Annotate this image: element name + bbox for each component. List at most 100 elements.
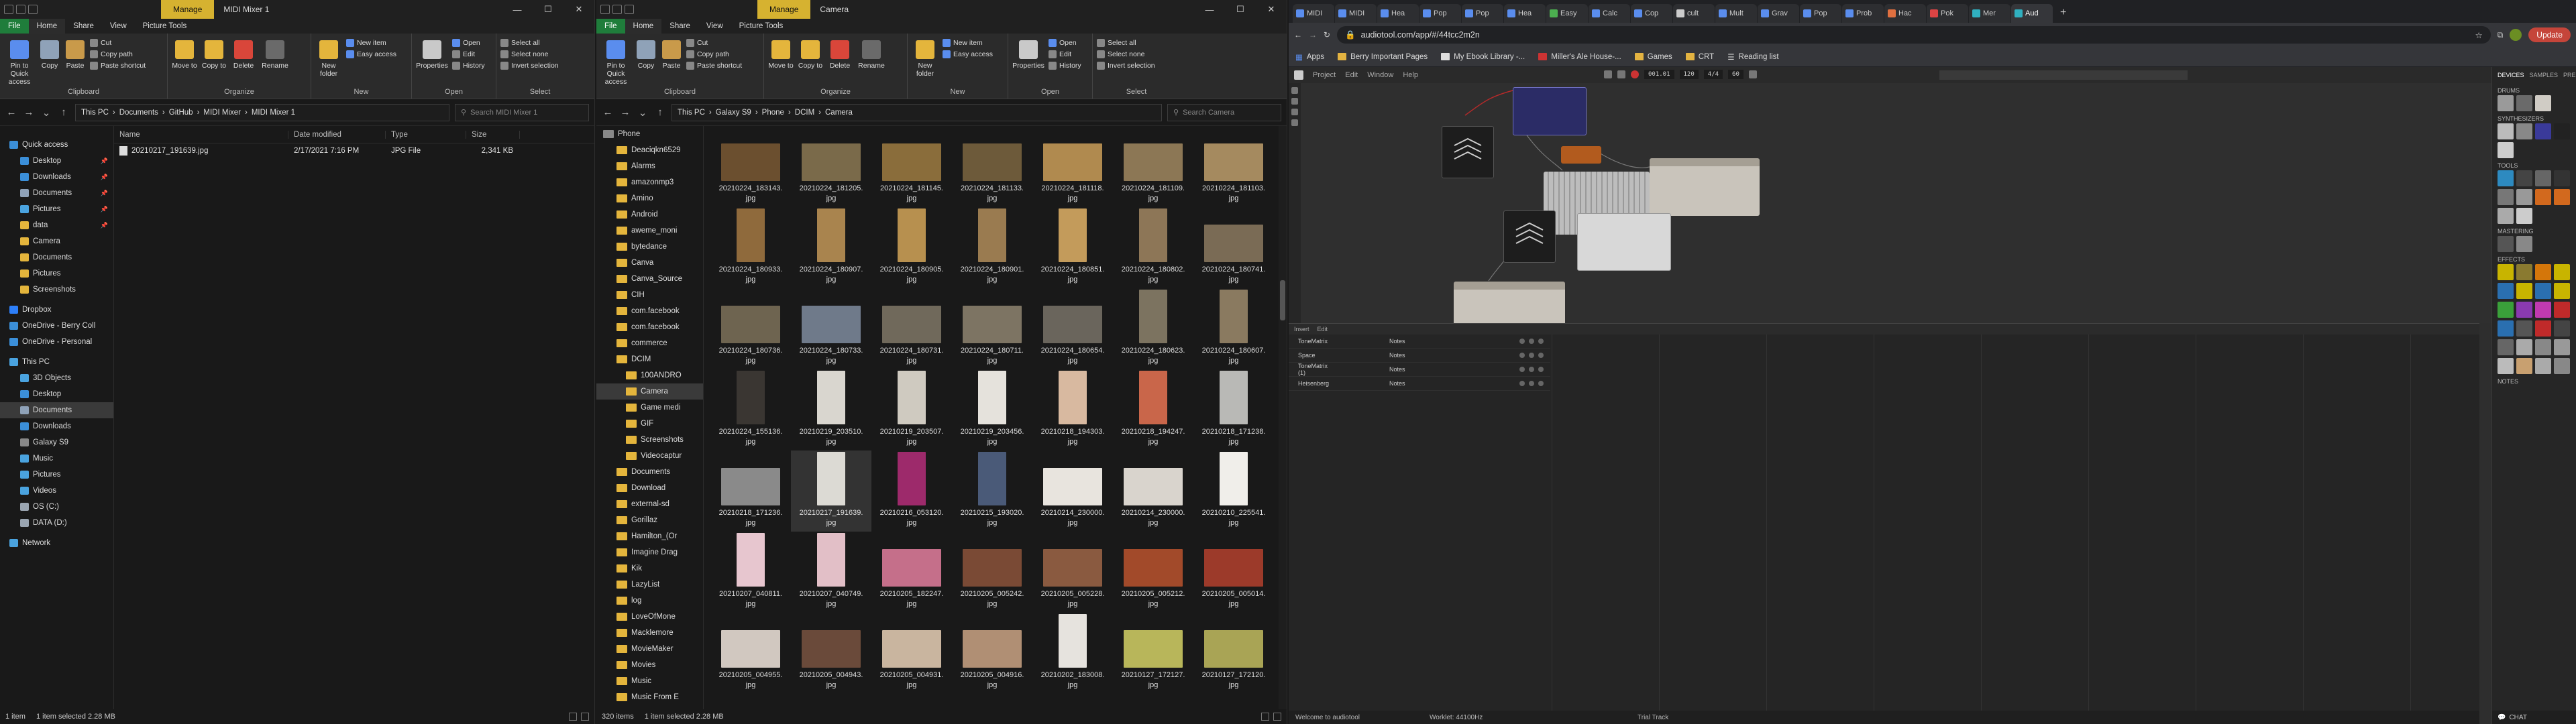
photo-tile[interactable]: 20210224_181133. jpg (952, 126, 1032, 207)
folder-item[interactable]: Android (596, 206, 703, 223)
nav-item[interactable]: Desktop 📌 (0, 153, 113, 169)
close-icon[interactable]: ✕ (564, 4, 594, 15)
mute-icon[interactable] (1519, 381, 1525, 386)
photo-tile[interactable]: 20210219_203456. jpg (952, 369, 1032, 450)
desktop-canvas[interactable] (1301, 83, 2491, 323)
undo-icon[interactable] (625, 5, 634, 14)
browser-tab[interactable]: Hea (1377, 4, 1419, 23)
pointer-tool-icon[interactable] (1291, 87, 1298, 94)
nav-item[interactable]: Pictures (0, 265, 113, 282)
forward-icon[interactable]: → (619, 107, 631, 118)
audiotool-logo-icon[interactable] (1294, 70, 1303, 80)
address-bar[interactable]: This PC › Galaxy S9 › Phone › DCIM › Camera (672, 103, 1162, 121)
menu-help[interactable]: Help (1403, 71, 1418, 79)
column-type[interactable]: Type (386, 130, 466, 139)
nav-item[interactable]: Downloads (0, 418, 113, 434)
browser-tab[interactable]: Aud (2011, 4, 2053, 23)
photo-tile[interactable]: 20210224_180733. jpg (791, 288, 871, 369)
photo-tile[interactable]: 20210224_181103. jpg (1193, 126, 1274, 207)
nav-item[interactable]: 3D Objects (0, 370, 113, 386)
tool-device-icon[interactable] (2554, 189, 2570, 205)
browser-tab[interactable]: Cop (1631, 4, 1672, 23)
nav-item[interactable]: Dropbox (0, 302, 113, 318)
properties-button[interactable]: Properties (1012, 36, 1044, 70)
record-icon[interactable] (1631, 70, 1639, 78)
folder-item[interactable]: Music (596, 673, 703, 689)
new-item-button[interactable]: New item (943, 39, 993, 47)
profile-icon[interactable] (2510, 29, 2522, 41)
paste-button[interactable]: Paste (64, 36, 86, 70)
photo-tile[interactable]: 20210214_230000. jpg (1032, 450, 1113, 532)
photo-tile[interactable]: 20210224_181145. jpg (871, 126, 952, 207)
pin-icon[interactable]: 📌 (101, 158, 108, 165)
easy-access-button[interactable]: Easy access (943, 50, 993, 58)
folder-item[interactable]: Phone (596, 126, 703, 142)
bookmark-games[interactable]: Games (1634, 53, 1672, 61)
pan-tool-icon[interactable] (1291, 98, 1298, 105)
breadcrumb-midi-mixer-1[interactable]: MIDI Mixer 1 (252, 109, 295, 117)
photo-tile[interactable]: 20210218_171238. jpg (1193, 369, 1274, 450)
folder-icon[interactable] (16, 5, 25, 14)
folder-item[interactable]: amazonmp3 (596, 174, 703, 190)
pin-icon[interactable]: 📌 (101, 174, 108, 181)
breadcrumb-dcim[interactable]: DCIM (795, 109, 814, 117)
mute-icon[interactable] (1519, 367, 1525, 372)
back-icon[interactable]: ← (602, 107, 614, 118)
photo-tile[interactable]: 20210205_182247. jpg (871, 532, 952, 613)
synth-device-icon[interactable] (2535, 123, 2551, 139)
breadcrumb-camera[interactable]: Camera (825, 109, 853, 117)
new-tab-icon[interactable]: + (2053, 7, 2073, 23)
nav-item[interactable]: Pictures 📌 (0, 201, 113, 217)
mastering-device-icon[interactable] (2498, 236, 2514, 252)
folder-item[interactable]: Game medi (596, 400, 703, 416)
rename-button[interactable]: Rename (260, 36, 290, 70)
photo-tile[interactable]: 20210207_040811. jpg (710, 532, 791, 613)
menu-share[interactable]: Share (661, 19, 698, 34)
photo-tile[interactable]: 20210214_230000. jpg (1113, 450, 1193, 532)
folder-item[interactable]: Deaciqkn6529 (596, 142, 703, 158)
folder-item[interactable]: Videocaptur (596, 448, 703, 464)
browser-tab[interactable]: Hac (1884, 4, 1926, 23)
forward-icon[interactable]: → (23, 107, 35, 118)
effect-device-icon[interactable] (2554, 320, 2570, 337)
chat-bar[interactable]: 💬 CHAT (2492, 711, 2576, 724)
photo-tile[interactable]: 20210218_194303. jpg (1032, 369, 1113, 450)
record-arm-icon[interactable] (1538, 353, 1544, 358)
tool-device-icon[interactable] (2516, 208, 2532, 224)
browser-tab[interactable]: Pop (1462, 4, 1503, 23)
recent-icon[interactable]: ⌄ (637, 107, 649, 119)
nav-item[interactable]: Galaxy S9 (0, 434, 113, 450)
folder-item[interactable]: LazyList (596, 577, 703, 593)
photo-tile[interactable]: 20210224_180907. jpg (791, 207, 871, 288)
column-size[interactable]: Size (466, 130, 520, 139)
overview-timeline[interactable] (1939, 70, 2188, 80)
scroll-thumb[interactable] (1280, 280, 1285, 320)
drum-machine-device-right[interactable] (1650, 158, 1760, 216)
tab-samples[interactable]: SAMPLES (2530, 72, 2559, 78)
folder-item[interactable]: Amino (596, 190, 703, 206)
insert-menu[interactable]: Insert (1294, 326, 1309, 333)
pin-icon[interactable]: 📌 (101, 190, 108, 197)
easy-access-button[interactable]: Easy access (346, 50, 396, 58)
select-all-button[interactable]: Select all (500, 39, 559, 47)
folder-item[interactable]: 100ANDRO (596, 367, 703, 383)
properties-button[interactable]: Properties (416, 36, 448, 70)
history-button[interactable]: History (452, 62, 485, 70)
nav-item[interactable]: Camera (0, 233, 113, 249)
tab-devices[interactable]: DEVICES (2498, 72, 2524, 78)
folder-item[interactable]: Hamilton_(Or (596, 528, 703, 544)
photo-tile[interactable]: 20210224_180711. jpg (952, 288, 1032, 369)
menu-project[interactable]: Project (1313, 71, 1336, 79)
photo-tile[interactable]: 20210224_180607. jpg (1193, 288, 1274, 369)
maximize-icon[interactable]: ☐ (533, 4, 564, 15)
tool-device-icon[interactable] (2498, 189, 2514, 205)
select-all-button[interactable]: Select all (1097, 39, 1155, 47)
browser-tab[interactable]: Mer (1969, 4, 2010, 23)
cable[interactable] (1525, 133, 1563, 171)
photo-tile[interactable]: 20210205_004943. jpg (791, 613, 871, 694)
paste-shortcut-button[interactable]: Paste shortcut (686, 62, 742, 70)
copy-to-button[interactable]: Copy to (201, 36, 227, 70)
file-row[interactable]: 20210217_191639.jpg 2/17/2021 7:16 PM JP… (114, 143, 594, 158)
tool-device-icon[interactable] (2554, 170, 2570, 186)
photo-tile[interactable]: 20210127_172120. jpg (1193, 613, 1274, 694)
